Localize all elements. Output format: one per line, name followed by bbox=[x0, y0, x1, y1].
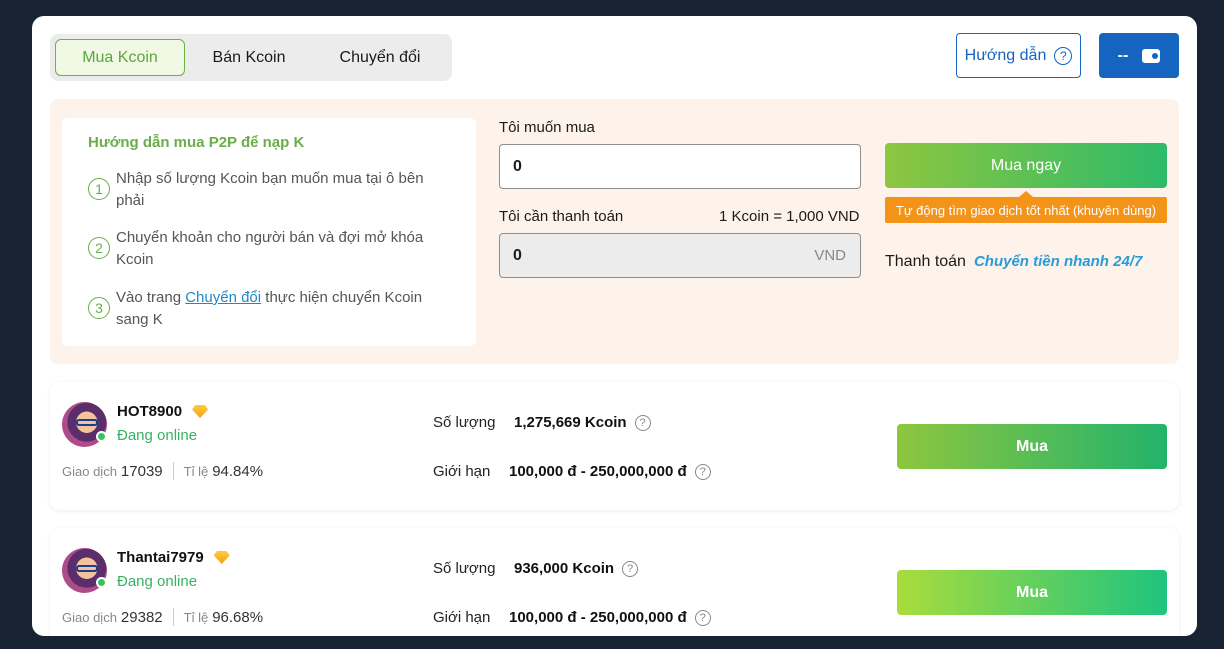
tab-bar: Mua Kcoin Bán Kcoin Chuyển đổi bbox=[50, 34, 452, 81]
guide-step-2: 2 Chuyển khoản cho người bán và đợi mở k… bbox=[88, 227, 448, 271]
buy-button[interactable]: Mua bbox=[897, 570, 1167, 615]
help-icon[interactable]: ? bbox=[622, 560, 639, 577]
help-icon[interactable]: ? bbox=[694, 609, 711, 626]
quantity-value: 1,275,669 Kcoin bbox=[514, 414, 627, 431]
seller-card: Thantai7979 Đang online Giao dịch 29382 … bbox=[50, 528, 1179, 636]
quantity-value: 936,000 Kcoin bbox=[514, 560, 615, 577]
step-number-icon: 2 bbox=[88, 237, 110, 259]
seller-name: Thantai7979 bbox=[117, 549, 204, 566]
kcoin-amount-value: 0 bbox=[513, 157, 522, 175]
auto-match-tip: Tự động tìm giao dịch tốt nhất (khuyên d… bbox=[885, 191, 1167, 223]
online-status: Đang online bbox=[117, 573, 198, 590]
help-icon[interactable]: ? bbox=[694, 463, 711, 480]
exchange-rate: 1 Kcoin = 1,000 VND bbox=[719, 208, 860, 225]
trades-count: 17039 bbox=[120, 462, 163, 480]
seller-stats: Giao dịch 17039 Tỉ lệ 94.84% bbox=[62, 462, 263, 480]
guide-title: Hướng dẫn mua P2P để nạp K bbox=[88, 134, 305, 151]
limit-value: 100,000 đ - 250,000,000 đ bbox=[509, 463, 687, 480]
buy-button[interactable]: Mua bbox=[897, 424, 1167, 469]
online-dot-icon bbox=[96, 577, 107, 588]
limit-value-row: 100,000 đ - 250,000,000 đ ? bbox=[509, 463, 711, 480]
convert-link[interactable]: Chuyển đổi bbox=[185, 289, 261, 306]
buy-now-button[interactable]: Mua ngay bbox=[885, 143, 1167, 188]
guide-step-text-pre: Vào trang bbox=[116, 289, 186, 306]
step-number-icon: 3 bbox=[88, 297, 110, 319]
diamond-icon bbox=[192, 405, 209, 418]
seller-name-row: HOT8900 bbox=[117, 403, 209, 420]
wallet-balance: -- bbox=[1117, 46, 1129, 64]
pay-amount-field: 0 VND bbox=[499, 233, 861, 278]
trades-label: Giao dịch bbox=[62, 463, 117, 479]
buy-section: Hướng dẫn mua P2P để nạp K 1 Nhập số lượ… bbox=[50, 99, 1179, 364]
seller-name: HOT8900 bbox=[117, 403, 183, 420]
rate-label: Tỉ lệ bbox=[183, 463, 209, 479]
guide-button-label: Hướng dẫn bbox=[964, 46, 1047, 64]
help-icon: ? bbox=[1054, 46, 1073, 65]
pay-label: Tôi cần thanh toán bbox=[499, 208, 624, 225]
tab-sell-kcoin[interactable]: Bán Kcoin bbox=[190, 39, 308, 76]
pay-amount-value: 0 bbox=[513, 246, 522, 264]
trades-label: Giao dịch bbox=[62, 609, 117, 625]
online-dot-icon bbox=[96, 431, 107, 442]
rate-label: Tỉ lệ bbox=[183, 609, 209, 625]
seller-name-row: Thantai7979 bbox=[117, 549, 230, 566]
tab-convert[interactable]: Chuyển đổi bbox=[315, 39, 445, 76]
payment-row: Thanh toán Chuyển tiền nhanh 24/7 bbox=[885, 253, 1142, 271]
main-panel: Mua Kcoin Bán Kcoin Chuyển đổi Hướng dẫn… bbox=[32, 16, 1197, 636]
seller-stats: Giao dịch 29382 Tỉ lệ 96.68% bbox=[62, 608, 263, 626]
guide-card: Hướng dẫn mua P2P để nạp K 1 Nhập số lượ… bbox=[62, 118, 476, 346]
want-label: Tôi muốn mua bbox=[499, 119, 595, 136]
currency-unit: VND bbox=[814, 247, 846, 264]
quantity-value-row: 936,000 Kcoin ? bbox=[514, 560, 639, 577]
success-rate: 96.68% bbox=[212, 608, 264, 626]
kcoin-amount-input[interactable]: 0 bbox=[499, 144, 861, 189]
success-rate: 94.84% bbox=[212, 462, 264, 480]
diamond-icon bbox=[213, 551, 230, 564]
tab-buy-kcoin[interactable]: Mua Kcoin bbox=[55, 39, 185, 76]
quantity-label: Số lượng bbox=[433, 414, 496, 431]
limit-label: Giới hạn bbox=[433, 609, 491, 626]
quantity-label: Số lượng bbox=[433, 560, 496, 577]
wallet-icon bbox=[1142, 48, 1161, 63]
guide-step-text: Nhập số lượng Kcoin bạn muốn mua tại ô b… bbox=[116, 170, 424, 209]
wallet-button[interactable]: -- bbox=[1099, 33, 1179, 78]
limit-value: 100,000 đ - 250,000,000 đ bbox=[509, 609, 687, 626]
limit-value-row: 100,000 đ - 250,000,000 đ ? bbox=[509, 609, 711, 626]
guide-step-text: Vào trang Chuyển đổi thực hiện chuyển Kc… bbox=[116, 287, 448, 331]
trades-count: 29382 bbox=[120, 608, 163, 626]
guide-step-text: Chuyển khoản cho người bán và đợi mở khó… bbox=[116, 229, 424, 268]
payment-method: Chuyển tiền nhanh 24/7 bbox=[973, 253, 1143, 270]
quantity-value-row: 1,275,669 Kcoin ? bbox=[514, 414, 651, 431]
guide-step-1: 1 Nhập số lượng Kcoin bạn muốn mua tại ô… bbox=[88, 168, 448, 212]
online-status: Đang online bbox=[117, 427, 198, 444]
guide-button[interactable]: Hướng dẫn ? bbox=[956, 33, 1081, 78]
help-icon[interactable]: ? bbox=[634, 414, 651, 431]
seller-card: HOT8900 Đang online Giao dịch 17039 Tỉ l… bbox=[50, 382, 1179, 510]
guide-step-3: 3 Vào trang Chuyển đổi thực hiện chuyển … bbox=[88, 287, 448, 331]
payment-label: Thanh toán bbox=[885, 253, 966, 270]
limit-label: Giới hạn bbox=[433, 463, 491, 480]
step-number-icon: 1 bbox=[88, 178, 110, 200]
